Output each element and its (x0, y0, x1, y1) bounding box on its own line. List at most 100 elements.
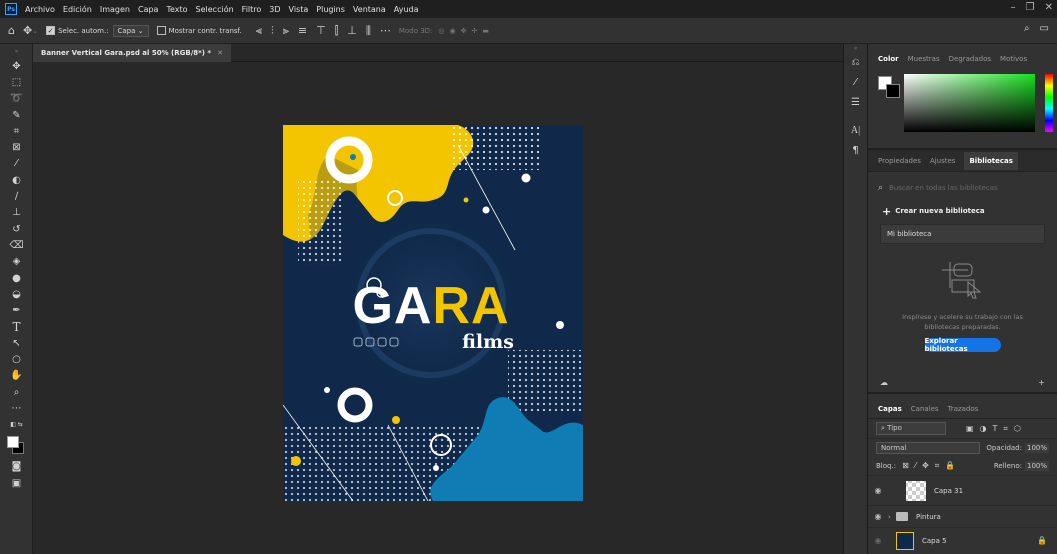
show-transform-checkbox[interactable] (156, 26, 166, 35)
character-icon[interactable]: A| (844, 120, 867, 140)
move-tool-icon[interactable]: ✥ (0, 58, 33, 74)
add-icon[interactable]: + (1038, 378, 1045, 392)
menu-ayuda[interactable]: Ayuda (390, 5, 423, 14)
home-icon[interactable]: ⌂ (8, 25, 15, 36)
fill-value[interactable]: 100% (1024, 461, 1049, 471)
menu-vista[interactable]: Vista (285, 5, 313, 14)
screen-mode-icon[interactable]: ▣ (0, 475, 33, 491)
quick-mask-icon[interactable]: ◙ (0, 459, 33, 475)
hand-tool-icon[interactable]: ✋ (0, 368, 33, 384)
marquee-tool-icon[interactable]: ⬚ (0, 74, 33, 90)
collapse-icon[interactable]: » (0, 44, 33, 58)
menu-seleccion[interactable]: Selección (192, 5, 238, 14)
distribute-icon[interactable]: ≡ (298, 25, 307, 36)
layer-row[interactable]: ◉ Capa 31 (868, 475, 1057, 505)
cloud-icon[interactable]: ☁ (880, 378, 888, 392)
menu-ventana[interactable]: Ventana (349, 5, 390, 14)
tab-motivos[interactable]: Motivos (1000, 55, 1027, 63)
distribute-vertical-icon[interactable]: ⫼ (366, 25, 371, 36)
lock-icons[interactable]: ⊠⁄✥⌗🔒 (902, 461, 961, 471)
tab-canales[interactable]: Canales (911, 405, 939, 413)
default-colors-icon[interactable]: ◧ ⇆ (0, 417, 33, 433)
canvas-area[interactable]: GARA films (33, 62, 843, 554)
tab-ajustes[interactable]: Ajustes (930, 157, 956, 165)
align-left-icon[interactable]: ⫷ (256, 25, 262, 36)
close-icon[interactable]: ✕ (1045, 2, 1053, 13)
minimize-icon[interactable]: – (1011, 2, 1016, 13)
expand-icon[interactable]: › (888, 513, 896, 521)
blend-mode-dropdown[interactable]: Normal (876, 442, 981, 454)
layer-filter-dropdown[interactable]: ⌕ Tipo (876, 422, 946, 435)
quick-select-tool-icon[interactable]: ✎ (0, 107, 33, 123)
align-middle-icon[interactable]: ⫿ (335, 25, 339, 36)
zoom-tool-icon[interactable]: ⌕ (0, 384, 33, 400)
move-tool-icon[interactable]: ✥ (23, 25, 32, 36)
path-selection-tool-icon[interactable]: ↖ (0, 335, 33, 351)
type-tool-icon[interactable]: T (0, 319, 33, 335)
eraser-tool-icon[interactable]: ⌫ (0, 237, 33, 253)
align-top-icon[interactable]: ⊤ (316, 25, 326, 36)
clone-stamp-tool-icon[interactable]: ⊥ (0, 205, 33, 221)
tab-degradados[interactable]: Degradados (949, 55, 991, 63)
library-item[interactable]: Mi biblioteca (880, 224, 1045, 244)
menu-texto[interactable]: Texto (162, 5, 191, 14)
restore-icon[interactable]: ❐ (1026, 2, 1035, 13)
tab-color[interactable]: Color (878, 55, 899, 63)
paragraph-icon[interactable]: ¶ (844, 140, 867, 160)
menu-3d[interactable]: 3D (265, 5, 284, 14)
eyedropper-tool-icon[interactable]: ⁄ (0, 156, 33, 172)
layer-filter-icons[interactable]: ▣◑T⌗⬡ (966, 424, 1027, 434)
tab-propiedades[interactable]: Propiedades (878, 157, 921, 165)
healing-brush-tool-icon[interactable]: ◐ (0, 172, 33, 188)
crop-tool-icon[interactable]: ⌗ (0, 123, 33, 139)
more-options-icon[interactable]: ⋯ (380, 25, 391, 36)
paint-bucket-tool-icon[interactable]: ◈ (0, 254, 33, 270)
color-swatches[interactable] (0, 433, 32, 459)
align-right-icon[interactable]: ⫸ (283, 25, 289, 36)
history-icon[interactable]: ⎌ (844, 52, 867, 72)
tab-trazados[interactable]: Trazados (948, 405, 979, 413)
dodge-tool-icon[interactable]: ◒ (0, 286, 33, 302)
opacity-value[interactable]: 100% (1024, 443, 1049, 453)
pen-tool-icon[interactable]: ✒ (0, 302, 33, 318)
banner-artboard[interactable]: GARA films (283, 125, 583, 501)
eye-icon[interactable]: ◉ (868, 512, 888, 521)
blur-tool-icon[interactable]: ● (0, 270, 33, 286)
menu-plugins[interactable]: Plugins (312, 5, 349, 14)
brush-settings-icon[interactable]: ⁄ (844, 72, 867, 92)
menu-edicion[interactable]: Edición (59, 5, 96, 14)
foreground-color-swatch[interactable] (7, 435, 19, 448)
collapse-panels-icon[interactable]: « (844, 44, 867, 52)
color-field[interactable] (904, 74, 1035, 132)
eye-icon[interactable]: ◉ (868, 536, 888, 545)
explore-libraries-button[interactable]: Explorar bibliotecas (924, 337, 1001, 353)
workspace-icon[interactable]: ▭ (1040, 23, 1049, 34)
chevron-down-icon[interactable]: ⌄ (32, 27, 38, 35)
hue-slider[interactable] (1045, 74, 1053, 132)
ellipse-tool-icon[interactable]: ○ (0, 351, 33, 367)
search-icon[interactable]: ⌕ (1024, 23, 1030, 34)
tab-muestras[interactable]: Muestras (908, 55, 940, 63)
lasso-tool-icon[interactable]: ➰ (0, 91, 33, 107)
create-library-button[interactable]: + Crear nueva biblioteca (868, 204, 1057, 218)
library-search[interactable]: ⌕ Buscar en todas las bibliotecas (878, 180, 1047, 196)
layer-select-dropdown[interactable]: Capa ⌄ (112, 24, 149, 37)
document-tab[interactable]: Banner Vertical Gara.psd al 50% (RGB/8*)… (33, 44, 231, 62)
menu-capa[interactable]: Capa (134, 5, 162, 14)
menu-imagen[interactable]: Imagen (96, 5, 134, 14)
tab-bibliotecas[interactable]: Bibliotecas (964, 151, 1018, 170)
menu-filtro[interactable]: Filtro (238, 5, 266, 14)
layer-row[interactable]: ◉ › Pintura (868, 505, 1057, 527)
frame-tool-icon[interactable]: ⊠ (0, 139, 33, 155)
edit-toolbar-icon[interactable]: ⋯ (0, 400, 33, 416)
3d-tools-icon[interactable]: ◎◉✥✢▬ (438, 27, 494, 35)
auto-select-checkbox[interactable]: ✓ (46, 26, 56, 35)
menu-archivo[interactable]: Archivo (21, 5, 59, 14)
layer-row[interactable]: ◉ Capa 5 🔒 (868, 527, 1057, 553)
close-tab-icon[interactable]: ✕ (217, 49, 223, 57)
history-brush-tool-icon[interactable]: ↺ (0, 221, 33, 237)
tab-capas[interactable]: Capas (878, 405, 902, 413)
brush-tool-icon[interactable]: ∕ (0, 188, 33, 204)
align-bottom-icon[interactable]: ⊥ (347, 25, 357, 36)
adjustments-icon[interactable]: ☰ (844, 92, 867, 112)
